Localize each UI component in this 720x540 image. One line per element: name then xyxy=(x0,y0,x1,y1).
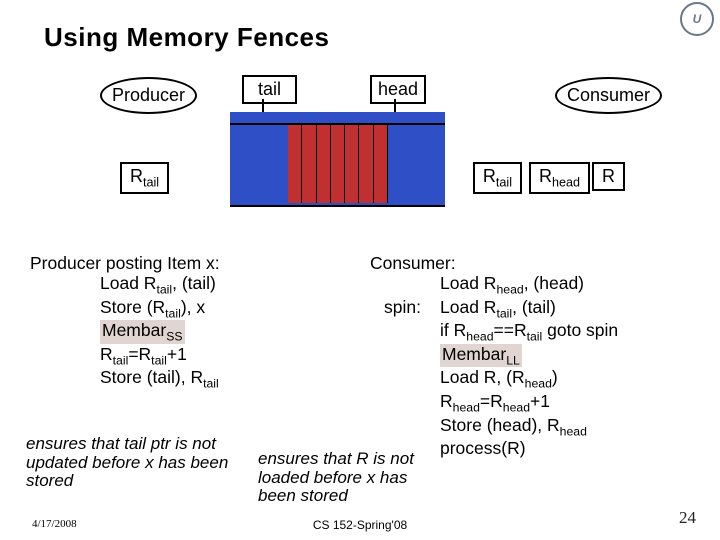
r-consumer-box: R xyxy=(592,162,625,191)
slot xyxy=(288,125,302,203)
consumer-l1: Load Rhead, (head) xyxy=(370,273,700,297)
consumer-header: Consumer: xyxy=(370,253,700,273)
producer-l5: Store (tail), Rtail xyxy=(30,367,360,391)
producer-header: Producer posting Item x: xyxy=(30,253,360,273)
slot xyxy=(359,125,373,203)
slide-title: Using Memory Fences xyxy=(0,0,720,67)
producer-l1: Load Rtail, (tail) xyxy=(30,273,360,297)
buffer-slots xyxy=(288,125,388,203)
consumer-oval: Consumer xyxy=(555,77,662,114)
consumer-code: Consumer: Load Rhead, (head) spin: Load … xyxy=(370,253,700,458)
rtail-producer-box: Rtail xyxy=(120,162,169,194)
producer-l4: Rtail=Rtail+1 xyxy=(30,344,360,368)
producer-code: Producer posting Item x: Load Rtail, (ta… xyxy=(30,253,360,458)
consumer-l2: Load Rtail, (tail) xyxy=(440,297,556,321)
spin-label: spin: xyxy=(370,297,440,321)
consumer-l7: Store (head), Rhead xyxy=(370,415,700,439)
buffer-bottom-edge xyxy=(230,205,445,207)
consumer-l6: Rhead=Rhead+1 xyxy=(370,391,700,415)
queue-diagram: Producer Consumer tail head Rtail Rtail … xyxy=(30,67,690,247)
rhead-consumer-box: Rhead xyxy=(529,162,590,194)
producer-oval: Producer xyxy=(100,77,197,114)
consumer-l5: Load R, (Rhead) xyxy=(370,367,700,391)
note-mid: ensures that R is not loaded before x ha… xyxy=(258,450,448,506)
footer-course: CS 152-Spring'08 xyxy=(313,518,407,532)
slot xyxy=(345,125,359,203)
slot xyxy=(374,125,388,203)
consumer-l4: MembarLL xyxy=(370,344,700,368)
producer-l2: Store (Rtail), x xyxy=(30,297,360,321)
slot xyxy=(331,125,345,203)
footer-page: 24 xyxy=(679,508,696,528)
head-box: head xyxy=(370,75,426,104)
consumer-l3: if Rhead==Rtail goto spin xyxy=(370,320,700,344)
rtail-consumer-box: Rtail xyxy=(473,162,522,194)
tail-box: tail xyxy=(242,75,297,104)
footer-date: 4/17/2008 xyxy=(32,518,77,530)
slot xyxy=(302,125,316,203)
note-left: ensures that tail ptr is not updated bef… xyxy=(26,435,256,491)
slot xyxy=(317,125,331,203)
school-logo: U xyxy=(680,2,714,36)
producer-l3: MembarSS xyxy=(30,320,360,344)
